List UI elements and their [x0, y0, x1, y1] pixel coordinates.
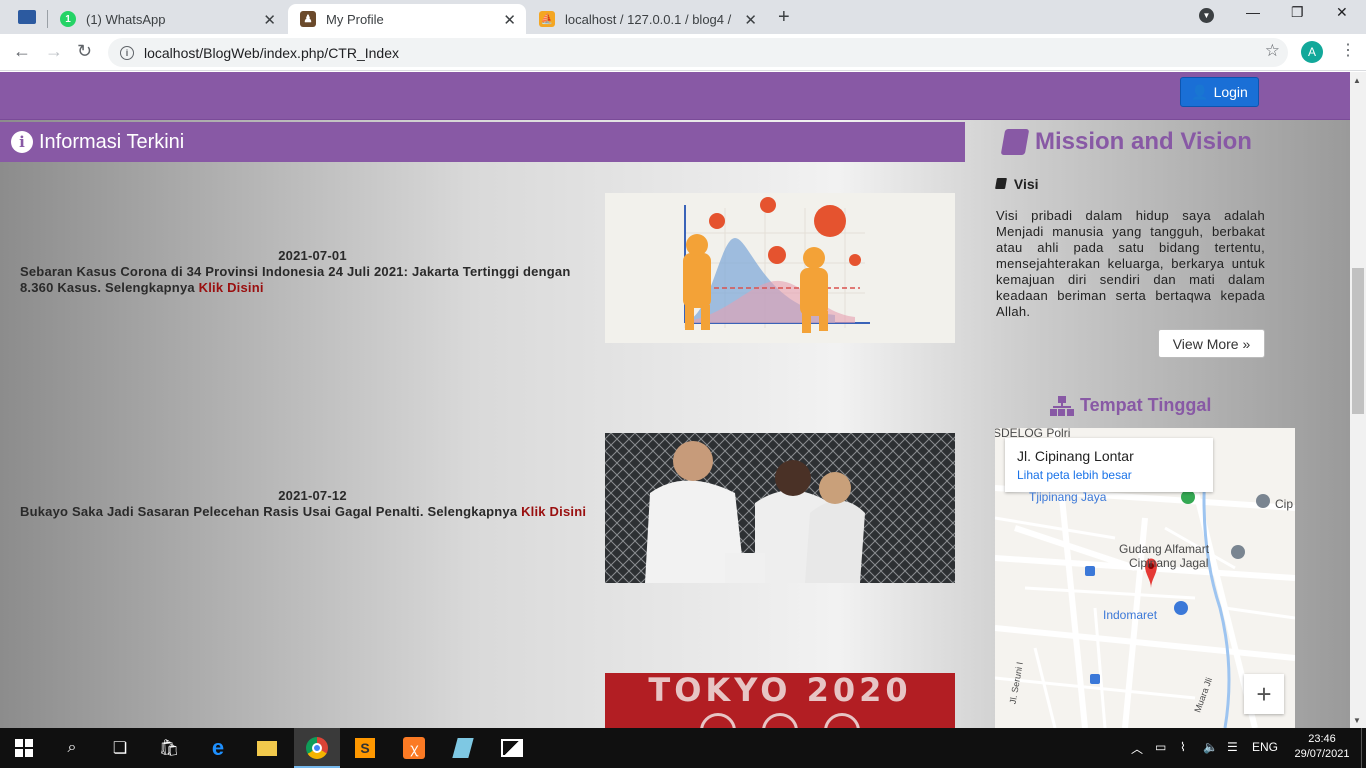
map-label: Gudang Alfamart [1119, 542, 1210, 556]
book-icon [1000, 129, 1030, 155]
tab-my-profile[interactable]: ♟ My Profile ✕ [288, 4, 526, 34]
tray-chevron-icon[interactable]: ︿ [1131, 740, 1143, 757]
olympic-rings-icon [700, 713, 860, 728]
news-date: 2021-07-12 [278, 488, 347, 503]
tab-label: My Profile [326, 11, 384, 27]
top-navbar: 👤 Login [0, 72, 1350, 120]
battery-icon[interactable]: ▭ [1155, 740, 1166, 754]
news-link[interactable]: Klik Disini [521, 504, 586, 519]
windows-start-icon[interactable] [12, 736, 36, 760]
tab-whatsapp[interactable]: 1 (1) WhatsApp ✕ [48, 4, 286, 34]
url-text: localhost/BlogWeb/index.php/CTR_Index [144, 44, 400, 61]
info-title: Informasi Terkini [39, 130, 185, 153]
tab-search-dropdown-icon[interactable]: ▼ [1199, 8, 1214, 23]
store-icon[interactable]: 🛍 [157, 736, 181, 760]
bookmark-star-icon[interactable]: ☆ [1265, 41, 1280, 61]
close-tab-icon[interactable]: ✕ [263, 11, 276, 29]
map-info-card: Jl. Cipinang Lontar Lihat peta lebih bes… [1005, 438, 1213, 492]
clock-date: 29/07/2021 [1294, 748, 1350, 760]
sublime-text-icon[interactable]: S [353, 736, 377, 760]
map-place-name: Jl. Cipinang Lontar [1017, 448, 1134, 464]
football-players-image [605, 433, 955, 583]
scroll-down-icon[interactable]: ▼ [1353, 716, 1361, 725]
news-link[interactable]: Klik Disini [199, 280, 264, 295]
clock-time: 23:46 [1308, 733, 1336, 745]
photos-icon[interactable] [500, 736, 524, 760]
map-label: Cipinang Jagal [1129, 556, 1209, 570]
notification-icon[interactable]: ☰ [1227, 740, 1238, 754]
tab-label: (1) WhatsApp [86, 11, 166, 27]
chrome-icon [306, 737, 328, 759]
map-label: Tjipinang Jaya [1029, 490, 1107, 504]
covid-illustration-image [605, 193, 955, 343]
file-explorer-icon[interactable] [255, 736, 279, 760]
news-text: Bukayo Saka Jadi Sasaran Pelecehan Rasis… [20, 504, 522, 519]
maximize-icon[interactable]: ❐ [1291, 4, 1304, 21]
tab-search-icon[interactable] [18, 10, 36, 24]
visi-heading: Visi [995, 176, 1039, 192]
language-indicator[interactable]: ENG [1252, 740, 1278, 754]
news-item: 2021-07-12 Bukayo Saka Jadi Sasaran Pele… [20, 488, 590, 520]
news-date: 2021-07-01 [278, 248, 347, 263]
whatsapp-icon: 1 [60, 11, 76, 27]
show-desktop-button[interactable] [1361, 728, 1366, 768]
close-tab-icon[interactable]: ✕ [503, 11, 516, 29]
user-icon: 👤 [1191, 83, 1209, 100]
news-item: 2021-07-01 Sebaran Kasus Corona di 34 Pr… [20, 248, 590, 296]
task-view-icon[interactable]: ❏ [108, 736, 132, 760]
windows-taskbar: ⌕ ❏ 🛍 e S ꭓ ︿ ▭ ⌇ 🔈 ☰ ENG 23:46 29/07/20… [0, 728, 1366, 768]
news-text: Sebaran Kasus Corona di 34 Provinsi Indo… [20, 264, 571, 295]
back-icon[interactable]: ← [13, 41, 31, 62]
map-larger-link[interactable]: Lihat peta lebih besar [1017, 468, 1201, 482]
info-header: i Informasi Terkini [0, 122, 965, 162]
tab-label: localhost / 127.0.0.1 / blog4 / tbl [565, 11, 735, 27]
scroll-up-icon[interactable]: ▲ [1353, 76, 1361, 85]
chrome-menu-icon[interactable]: ⋮ [1340, 40, 1356, 60]
close-tab-icon[interactable]: ✕ [744, 11, 757, 29]
tab-phpmyadmin[interactable]: ⛵ localhost / 127.0.0.1 / blog4 / tbl ✕ [527, 4, 767, 34]
tempat-tinggal-title: Tempat Tinggal [1050, 395, 1211, 416]
info-circle-icon: i [11, 131, 33, 153]
login-label: Login [1213, 84, 1248, 100]
phpmyadmin-icon: ⛵ [539, 11, 555, 27]
close-window-icon[interactable]: ✕ [1336, 4, 1348, 21]
map-label: Indomaret [1103, 608, 1158, 622]
profile-favicon-icon: ♟ [300, 11, 316, 27]
minimize-icon[interactable]: — [1246, 4, 1260, 20]
zoom-in-button[interactable]: + [1244, 674, 1284, 714]
address-bar[interactable]: i localhost/BlogWeb/index.php/CTR_Index [108, 38, 1288, 67]
embedded-map[interactable]: Jl. Cipinang Lontar Lihat peta lebih bes… [995, 428, 1295, 728]
profile-avatar[interactable]: A [1301, 41, 1323, 63]
reload-icon[interactable]: ↻ [77, 41, 92, 62]
search-icon[interactable]: ⌕ [60, 736, 84, 760]
browser-tab-strip: 1 (1) WhatsApp ✕ ♟ My Profile ✕ ⛵ localh… [0, 0, 1366, 34]
xampp-icon[interactable]: ꭓ [402, 736, 426, 760]
new-tab-icon[interactable]: + [778, 6, 790, 29]
scrollbar-thumb[interactable] [1352, 268, 1364, 414]
system-clock[interactable]: 23:46 29/07/2021 [1290, 732, 1354, 762]
book-icon [995, 178, 1007, 189]
map-label: Cip [1275, 497, 1294, 511]
banner-text: TOKYO 2020 [648, 673, 912, 709]
edge-icon[interactable]: e [206, 735, 230, 760]
browser-toolbar: ← → ↻ i localhost/BlogWeb/index.php/CTR_… [0, 34, 1366, 71]
tokyo-2020-banner: TOKYO 2020 [605, 673, 955, 728]
volume-icon[interactable]: 🔈 [1203, 740, 1218, 754]
visi-text: Visi pribadi dalam hidup saya adalah Men… [996, 208, 1265, 319]
forward-icon[interactable]: → [45, 41, 63, 62]
chrome-taskbar-active[interactable] [294, 728, 340, 768]
page-viewport: 👤 Login i Informasi Terkini 2021-07-01 S… [0, 72, 1350, 728]
notepad-icon[interactable] [451, 736, 475, 760]
map-label: SDELOG Polri [995, 428, 1071, 440]
sitemap-icon [1050, 395, 1074, 416]
site-info-icon[interactable]: i [120, 45, 134, 60]
view-more-button[interactable]: View More » [1158, 329, 1265, 358]
wifi-icon[interactable]: ⌇ [1180, 740, 1186, 754]
mission-title: Mission and Vision [1000, 128, 1252, 156]
login-button[interactable]: 👤 Login [1180, 77, 1259, 107]
